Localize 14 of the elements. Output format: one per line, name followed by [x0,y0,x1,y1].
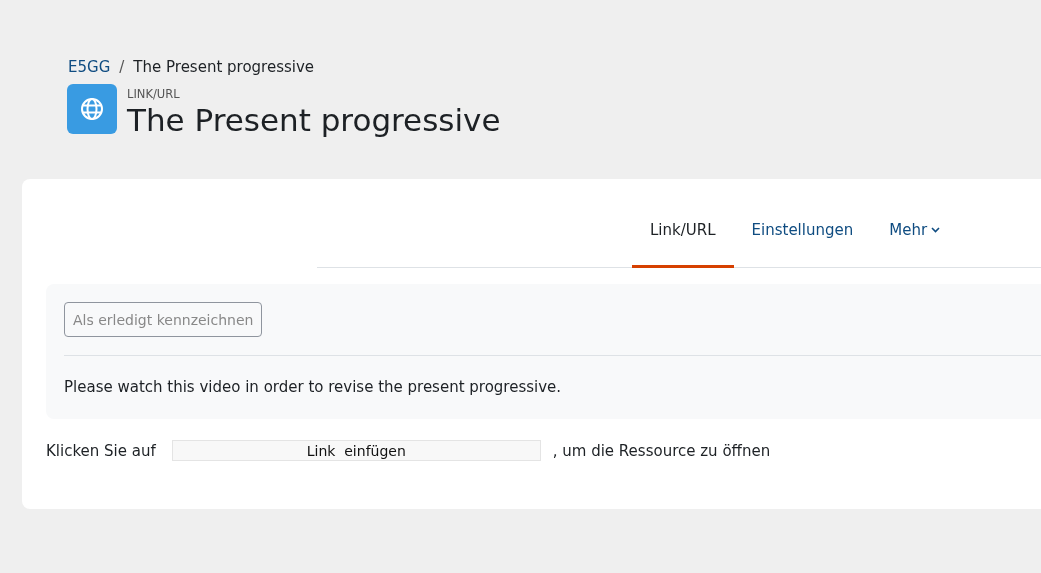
tab[interactable]: Link/URL [632,212,734,268]
breadcrumb-separator: / [119,58,125,76]
instruction-text: , um die Ressource zu öffnen [552,441,771,460]
activity-type-label: LINK/URL [127,87,181,101]
description-text: Please watch this video in order to revise the present progressive. [64,378,563,396]
instruction-text: Klicken Sie auf [46,441,156,460]
breadcrumb-link[interactable]: E5GG [68,58,111,76]
page-title: The Present progressive [127,101,501,139]
globe-icon [67,84,117,134]
breadcrumb-current: The Present progressive [133,58,315,76]
tab[interactable]: Mehr [871,212,959,268]
link-button[interactable]: Link einfügen [171,440,541,461]
tab[interactable]: Einstellungen [733,212,872,268]
caret-icon [931,226,941,233]
